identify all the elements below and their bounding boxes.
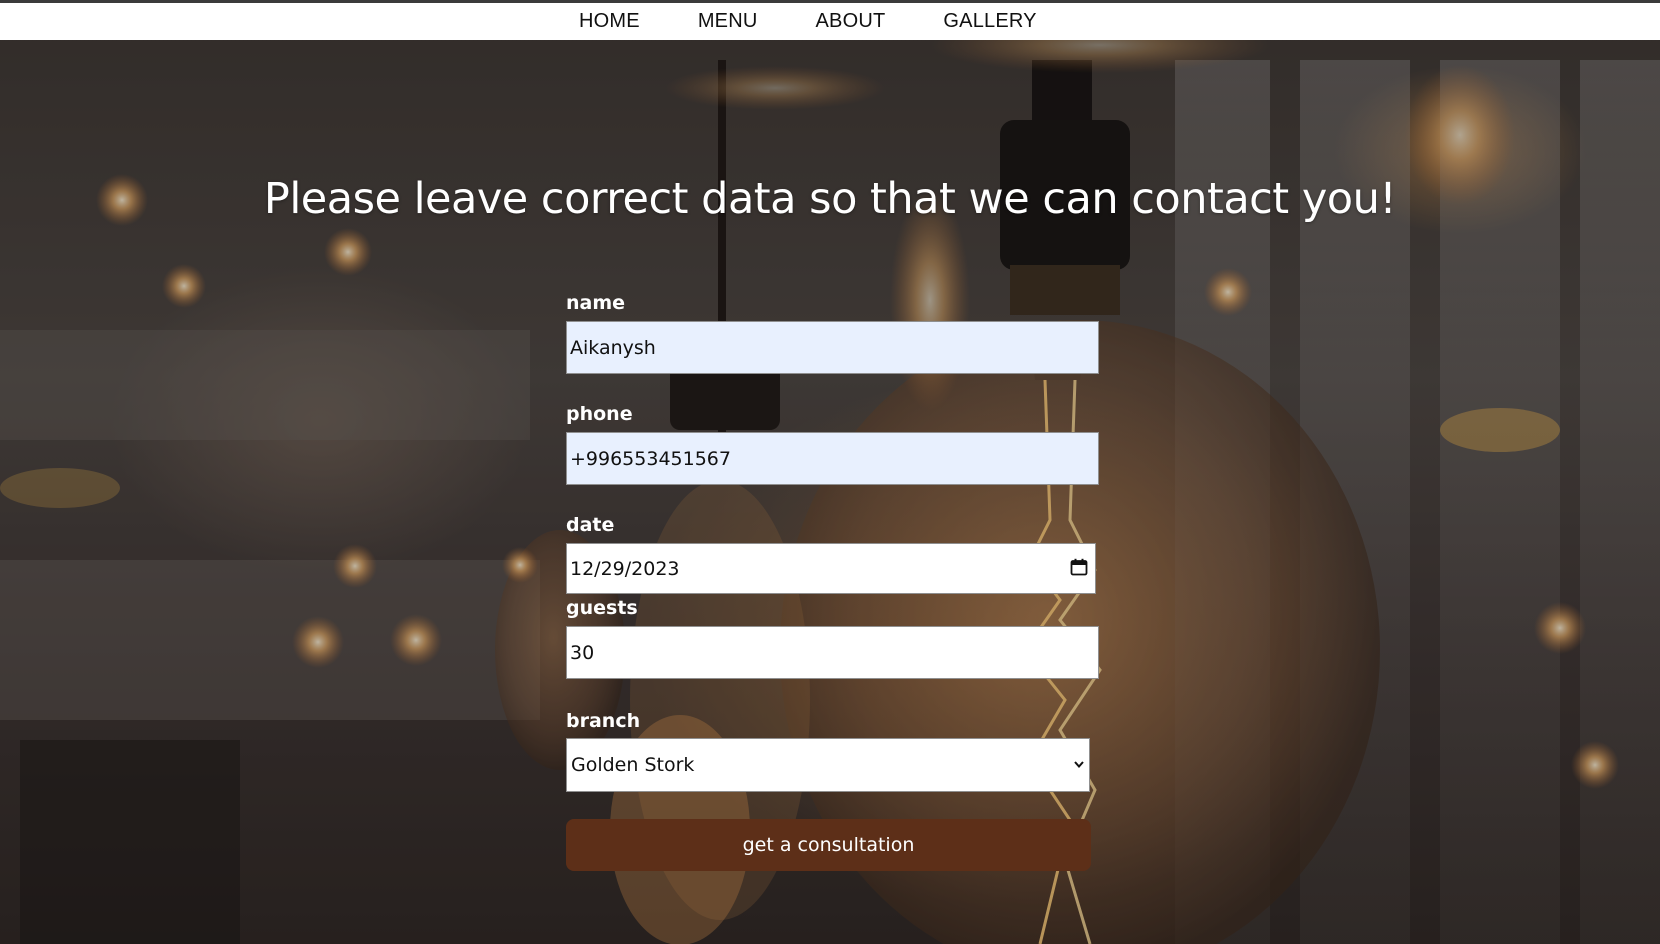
phone-label: phone <box>566 403 633 425</box>
date-label: date <box>566 514 615 536</box>
name-label: name <box>566 292 626 314</box>
guests-input[interactable] <box>566 626 1099 679</box>
date-input[interactable]: 12/29/2023 <box>566 543 1096 594</box>
page-title: Please leave correct data so that we can… <box>263 174 1397 224</box>
name-input[interactable] <box>566 321 1099 374</box>
branch-select[interactable]: Golden Stork <box>566 738 1090 792</box>
date-value: 12/29/2023 <box>570 557 680 580</box>
navbar: HOME MENU ABOUT GALLERY <box>0 3 1660 40</box>
calendar-icon[interactable] <box>1070 558 1088 576</box>
nav-links: HOME MENU ABOUT GALLERY <box>579 3 1037 40</box>
nav-menu-link[interactable]: MENU <box>698 10 758 33</box>
guests-label: guests <box>566 597 638 619</box>
branch-label: branch <box>566 710 641 732</box>
get-consultation-button[interactable]: get a consultation <box>566 819 1091 871</box>
nav-about-link[interactable]: ABOUT <box>816 10 886 33</box>
phone-input[interactable] <box>566 432 1099 485</box>
nav-gallery-link[interactable]: GALLERY <box>943 10 1036 33</box>
branch-select-wrapper: Golden Stork <box>566 738 1090 792</box>
nav-home-link[interactable]: HOME <box>579 10 640 33</box>
